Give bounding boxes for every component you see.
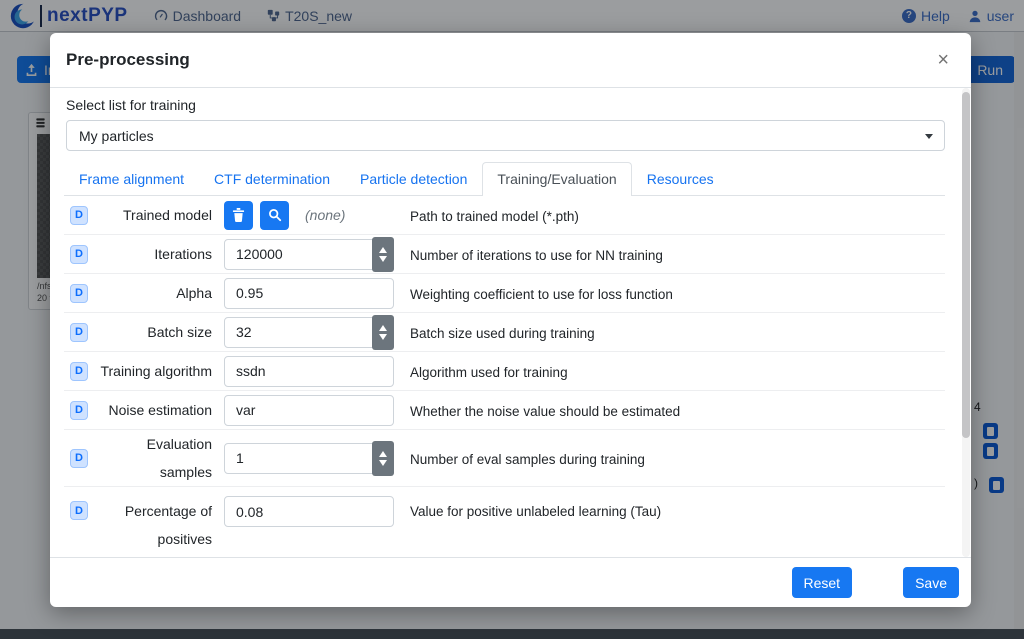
tab-training-evaluation[interactable]: Training/Evaluation: [482, 162, 631, 196]
field-description: Algorithm used for training: [410, 363, 945, 380]
stepper-up-icon[interactable]: [379, 247, 387, 253]
form-row-iterations: D Iterations Number of iterations to use…: [64, 235, 945, 274]
chevron-down-icon: [925, 134, 933, 139]
form-row-trained-model: D Trained model: [64, 196, 945, 235]
tab-resources[interactable]: Resources: [632, 162, 729, 195]
form-row-percentage-of-positives: D Percentage of positives Value for posi…: [64, 487, 945, 557]
field-label: Iterations: [100, 240, 212, 268]
tab-bar: Frame alignment CTF determination Partic…: [64, 163, 945, 196]
stepper-down-icon[interactable]: [379, 256, 387, 262]
default-badge[interactable]: D: [70, 501, 88, 520]
screen: nextPYP Dashboard T20S_new ? Help: [0, 0, 1024, 639]
field-description: Number of eval samples during training: [410, 450, 945, 467]
form-row-batch-size: D Batch size Batch size used during trai…: [64, 313, 945, 352]
number-stepper[interactable]: [372, 441, 394, 476]
tab-ctf-determination[interactable]: CTF determination: [199, 162, 345, 195]
number-stepper[interactable]: [372, 315, 394, 350]
iterations-input[interactable]: [224, 239, 394, 270]
default-badge[interactable]: D: [70, 449, 88, 468]
stepper-up-icon[interactable]: [379, 325, 387, 331]
trained-model-value: (none): [305, 207, 345, 223]
default-badge[interactable]: D: [70, 206, 88, 225]
form-row-alpha: D Alpha Weighting coefficient to use for…: [64, 274, 945, 313]
select-list-label: Select list for training: [66, 97, 945, 113]
field-label: Training algorithm: [100, 357, 212, 385]
default-badge[interactable]: D: [70, 245, 88, 264]
trash-icon: [232, 208, 245, 222]
form-row-training-algorithm: D Training algorithm Algorithm used for …: [64, 352, 945, 391]
noise-estimation-input[interactable]: [224, 395, 394, 426]
field-description: Whether the noise value should be estima…: [410, 402, 945, 419]
reset-button[interactable]: Reset: [792, 567, 853, 598]
field-description: Number of iterations to use for NN train…: [410, 246, 945, 263]
stepper-down-icon[interactable]: [379, 334, 387, 340]
delete-button[interactable]: [224, 201, 253, 230]
field-description: Weighting coefficient to use for loss fu…: [410, 285, 945, 302]
evaluation-samples-input[interactable]: [224, 443, 394, 474]
browse-button[interactable]: [260, 201, 289, 230]
alpha-input[interactable]: [224, 278, 394, 309]
stepper-up-icon[interactable]: [379, 451, 387, 457]
pre-processing-modal: Pre-processing × Select list for trainin…: [50, 33, 971, 607]
modal-body: Select list for training My particles Fr…: [50, 88, 971, 557]
modal-scrollbar-thumb[interactable]: [962, 92, 970, 438]
training-list-select[interactable]: My particles: [66, 120, 945, 151]
form-row-evaluation-samples: D Evaluation samples Number of eval samp…: [64, 430, 945, 487]
default-badge[interactable]: D: [70, 362, 88, 381]
tab-particle-detection[interactable]: Particle detection: [345, 162, 482, 195]
field-label: Noise estimation: [100, 396, 212, 424]
default-badge[interactable]: D: [70, 323, 88, 342]
field-description: Value for positive unlabeled learning (T…: [410, 491, 945, 519]
number-stepper[interactable]: [372, 237, 394, 272]
field-description: Path to trained model (*.pth): [410, 207, 945, 224]
batch-size-input[interactable]: [224, 317, 394, 348]
default-badge[interactable]: D: [70, 284, 88, 303]
training-list-value: My particles: [79, 128, 154, 144]
field-label: Percentage of positives: [100, 491, 212, 553]
percentage-positives-input[interactable]: [224, 496, 394, 527]
training-algorithm-input[interactable]: [224, 356, 394, 387]
tab-frame-alignment[interactable]: Frame alignment: [64, 162, 199, 195]
search-icon: [268, 208, 282, 222]
modal-header: Pre-processing ×: [50, 33, 971, 88]
save-button[interactable]: Save: [903, 567, 959, 598]
field-label: Evaluation samples: [100, 430, 212, 486]
field-description: Batch size used during training: [410, 324, 945, 341]
form-row-noise-estimation: D Noise estimation Whether the noise val…: [64, 391, 945, 430]
default-badge[interactable]: D: [70, 401, 88, 420]
field-label: Trained model: [100, 201, 212, 229]
close-icon[interactable]: ×: [931, 49, 955, 71]
field-label: Batch size: [100, 318, 212, 346]
stepper-down-icon[interactable]: [379, 460, 387, 466]
modal-title: Pre-processing: [66, 50, 190, 70]
modal-footer: Reset Save: [50, 557, 971, 607]
field-label: Alpha: [100, 279, 212, 307]
